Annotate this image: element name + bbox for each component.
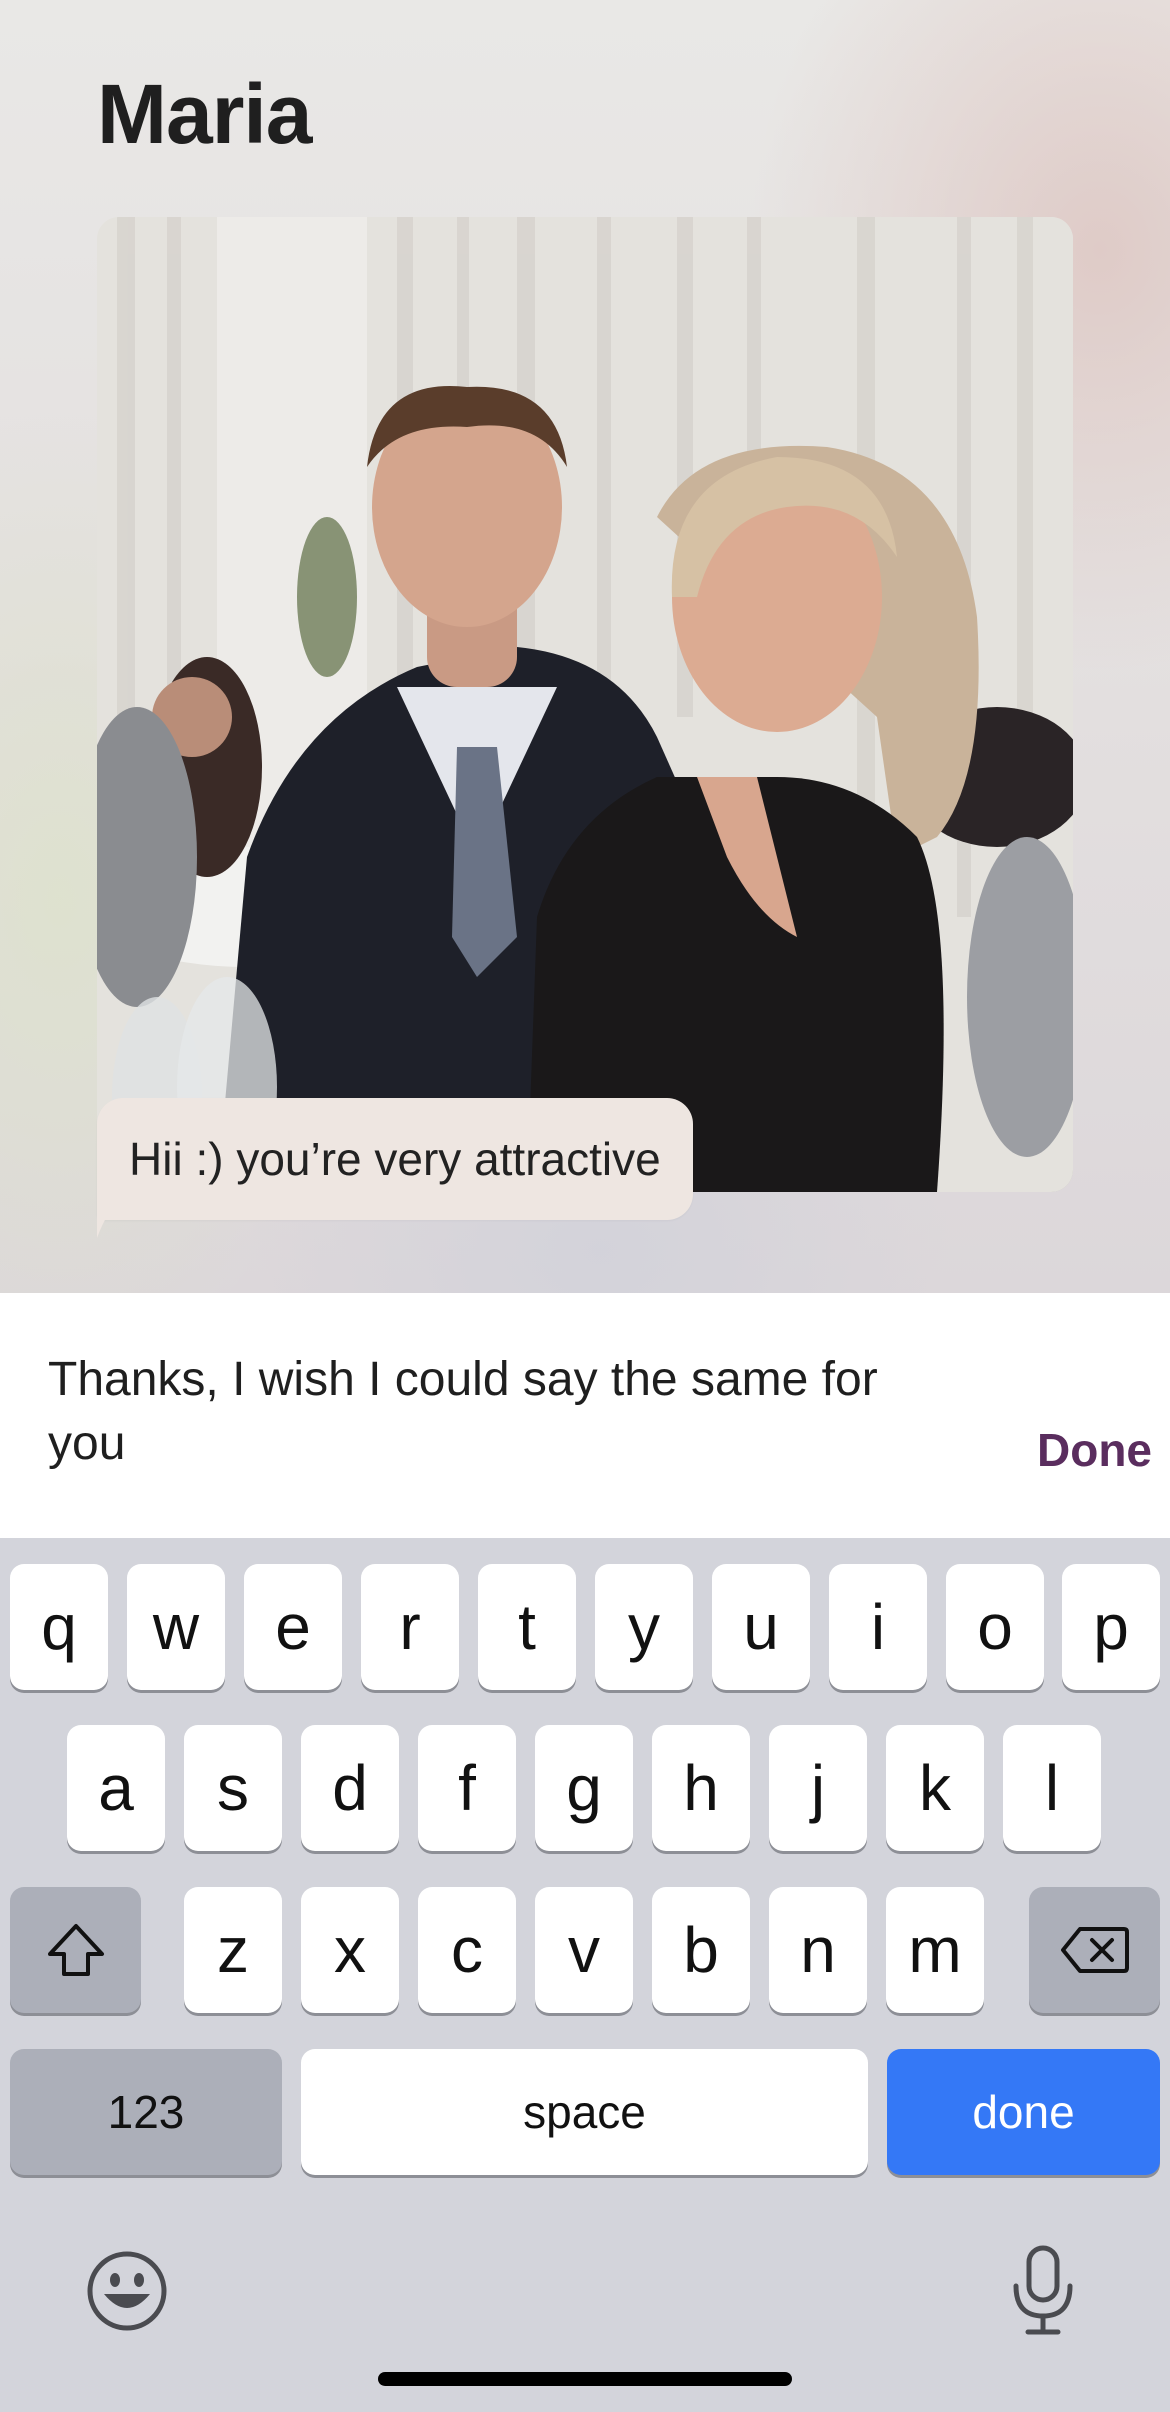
- key-k[interactable]: k: [886, 1725, 984, 1851]
- shift-icon: [47, 1924, 104, 1976]
- key-z[interactable]: z: [184, 1887, 282, 2013]
- return-key[interactable]: done: [887, 2049, 1160, 2175]
- key-r[interactable]: r: [361, 1564, 459, 1690]
- key-g[interactable]: g: [535, 1725, 633, 1851]
- key-f[interactable]: f: [418, 1725, 516, 1851]
- key-p[interactable]: p: [1062, 1564, 1160, 1690]
- key-q[interactable]: q: [10, 1564, 108, 1690]
- key-t[interactable]: t: [478, 1564, 576, 1690]
- key-h[interactable]: h: [652, 1725, 750, 1851]
- compose-bar: Thanks, I wish I could say the same for …: [0, 1293, 1170, 1538]
- numbers-key[interactable]: 123: [10, 2049, 282, 2175]
- chat-header-area: Maria Hii:) you’re very attractive: [0, 0, 1170, 1293]
- keyboard: q w e r t y u i o p a s d f g h j k l z …: [0, 1538, 1170, 2412]
- done-button[interactable]: Done: [1037, 1423, 1152, 1477]
- key-c[interactable]: c: [418, 1887, 516, 2013]
- key-n[interactable]: n: [769, 1887, 867, 2013]
- key-w[interactable]: w: [127, 1564, 225, 1690]
- reply-input[interactable]: Thanks, I wish I could say the same for …: [48, 1348, 968, 1476]
- key-u[interactable]: u: [712, 1564, 810, 1690]
- key-e[interactable]: e: [244, 1564, 342, 1690]
- profile-photo-image: [97, 217, 1073, 1192]
- key-x[interactable]: x: [301, 1887, 399, 2013]
- key-i[interactable]: i: [829, 1564, 927, 1690]
- incoming-message-text: Hii :) you’re very attractive: [129, 1133, 661, 1185]
- key-m[interactable]: m: [886, 1887, 984, 2013]
- incoming-message-bubble[interactable]: Hii :) you’re very attractive: [97, 1098, 693, 1220]
- microphone-icon[interactable]: [1008, 2244, 1078, 2336]
- key-v[interactable]: v: [535, 1887, 633, 2013]
- page-title: Maria: [97, 67, 312, 161]
- profile-photo[interactable]: [97, 217, 1073, 1192]
- key-j[interactable]: j: [769, 1725, 867, 1851]
- key-y[interactable]: y: [595, 1564, 693, 1690]
- shift-key[interactable]: [10, 1887, 141, 2013]
- key-a[interactable]: a: [67, 1725, 165, 1851]
- key-s[interactable]: s: [184, 1725, 282, 1851]
- bubble-tail-icon: [97, 1190, 127, 1238]
- home-indicator[interactable]: [378, 2372, 792, 2386]
- emoji-icon[interactable]: [86, 2250, 168, 2332]
- key-d[interactable]: d: [301, 1725, 399, 1851]
- delete-icon: [1060, 1927, 1129, 1973]
- key-b[interactable]: b: [652, 1887, 750, 2013]
- space-key[interactable]: space: [301, 2049, 868, 2175]
- key-o[interactable]: o: [946, 1564, 1044, 1690]
- key-l[interactable]: l: [1003, 1725, 1101, 1851]
- delete-key[interactable]: [1029, 1887, 1160, 2013]
